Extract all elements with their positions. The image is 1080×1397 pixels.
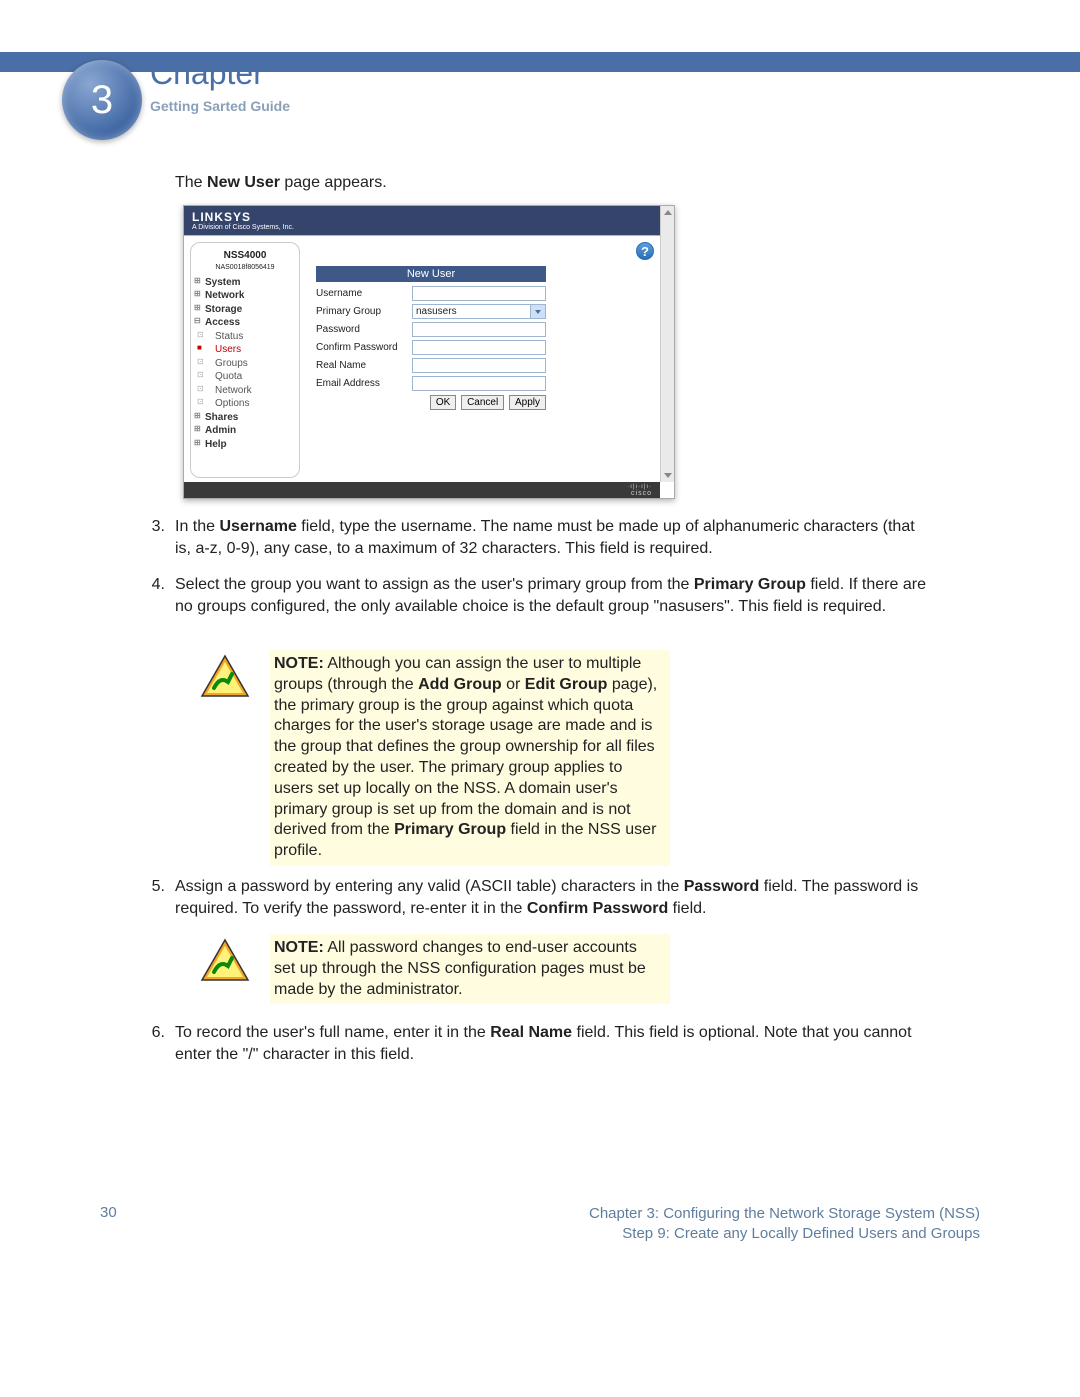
nav-options[interactable]: Options — [191, 397, 299, 411]
linksys-tagline: A Division of Cisco Systems, Inc. — [192, 224, 652, 231]
note-password: NOTE: All password changes to end-user a… — [200, 934, 670, 1004]
nav-status[interactable]: Status — [191, 330, 299, 344]
input-username[interactable] — [412, 286, 546, 301]
warning-icon — [200, 654, 250, 698]
step-5: 5. Assign a password by entering any val… — [145, 876, 935, 919]
nav-storage[interactable]: Storage — [191, 303, 299, 317]
scrollbar[interactable] — [660, 206, 674, 482]
note-primary-group: NOTE: Although you can assign the user t… — [200, 650, 670, 866]
screenshot-new-user: LINKSYS A Division of Cisco Systems, Inc… — [183, 205, 675, 499]
step-6: 6. To record the user's full name, enter… — [145, 1022, 935, 1065]
nav-access[interactable]: Access — [191, 316, 299, 330]
label-email: Email Address — [316, 378, 412, 389]
intro-text: The New User page appears. — [175, 172, 387, 194]
label-confirm-password: Confirm Password — [316, 342, 412, 353]
chapter-number-badge: 3 — [62, 60, 142, 140]
device-model: NSS4000 — [191, 249, 299, 263]
nav-system[interactable]: System — [191, 276, 299, 290]
panel-title: New User — [316, 266, 546, 282]
nav-network-sub[interactable]: Network — [191, 384, 299, 398]
select-primary-group[interactable]: nasusers — [412, 304, 546, 319]
step-4: 4. Select the group you want to assign a… — [145, 574, 935, 617]
input-confirm-password[interactable] — [412, 340, 546, 355]
screenshot-header: LINKSYS A Division of Cisco Systems, Inc… — [184, 206, 660, 236]
device-serial: NAS0018f8056419 — [191, 263, 299, 272]
linksys-logo: LINKSYS — [192, 210, 652, 224]
label-primary-group: Primary Group — [316, 306, 412, 317]
input-real-name[interactable] — [412, 358, 546, 373]
ok-button[interactable]: OK — [430, 395, 456, 410]
label-username: Username — [316, 288, 412, 299]
apply-button[interactable]: Apply — [509, 395, 546, 410]
nav-quota[interactable]: Quota — [191, 370, 299, 384]
step-3: 3. In the Username field, type the usern… — [145, 516, 935, 559]
page-number: 30 — [100, 1204, 117, 1221]
new-user-panel: New User Username Primary Groupnasusers … — [316, 266, 546, 410]
help-icon[interactable]: ? — [636, 242, 654, 260]
label-real-name: Real Name — [316, 360, 412, 371]
input-password[interactable] — [412, 322, 546, 337]
screenshot-footer: ·ı|ı·ı|ı· cisco — [184, 482, 660, 498]
chevron-down-icon — [535, 310, 541, 314]
nav-network[interactable]: Network — [191, 289, 299, 303]
nav-help[interactable]: Help — [191, 438, 299, 452]
chapter-subtitle: Getting Sarted Guide — [150, 98, 290, 114]
input-email[interactable] — [412, 376, 546, 391]
warning-icon — [200, 938, 250, 982]
label-password: Password — [316, 324, 412, 335]
nav-groups[interactable]: Groups — [191, 357, 299, 371]
nav-tree: NSS4000 NAS0018f8056419 System Network S… — [190, 242, 300, 478]
nav-shares[interactable]: Shares — [191, 411, 299, 425]
footer-text: Chapter 3: Configuring the Network Stora… — [589, 1204, 980, 1245]
chapter-label: Chapter — [150, 55, 264, 92]
nav-admin[interactable]: Admin — [191, 424, 299, 438]
nav-users[interactable]: Users — [191, 343, 299, 357]
cancel-button[interactable]: Cancel — [461, 395, 504, 410]
